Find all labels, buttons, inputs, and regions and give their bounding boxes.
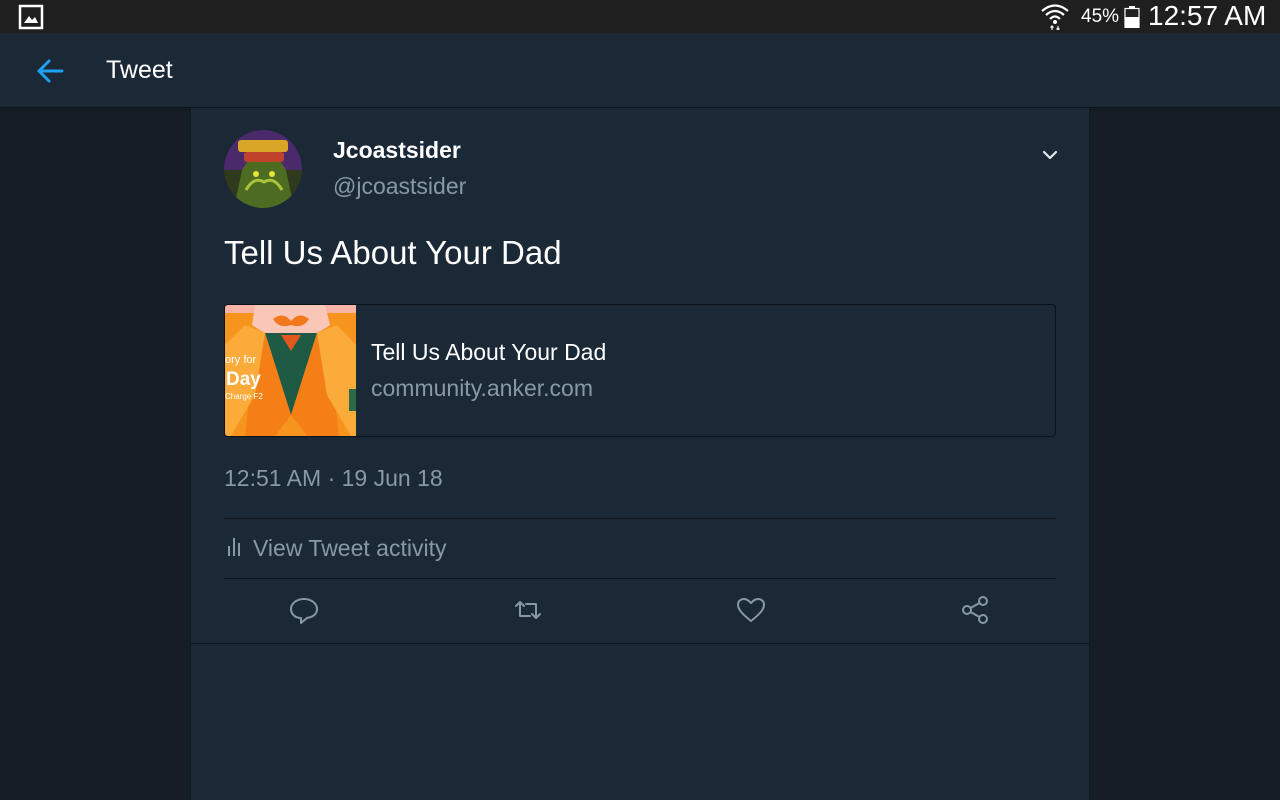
divider	[224, 518, 1056, 519]
status-bar: 45% 12:57 AM	[0, 0, 1280, 33]
avatar[interactable]	[224, 130, 302, 208]
battery-percent: 45%	[1081, 6, 1120, 27]
back-button[interactable]	[28, 51, 72, 91]
link-domain: community.anker.com	[371, 375, 593, 401]
tweet-text: Tell Us About Your Dad	[224, 234, 562, 271]
timeline-column: Jcoastsider @jcoastsider Tell Us About Y…	[190, 108, 1090, 800]
link-thumbnail: ory for Day Charge F2	[225, 305, 356, 436]
user-handle[interactable]: @jcoastsider	[333, 173, 466, 199]
link-title: Tell Us About Your Dad	[371, 339, 607, 365]
wifi-icon	[1041, 4, 1069, 30]
display-name[interactable]: Jcoastsider	[333, 137, 461, 163]
app-bar: Tweet	[0, 33, 1280, 108]
bar-chart-icon	[228, 538, 240, 556]
activity-label: View Tweet activity	[253, 535, 447, 561]
gallery-notification-icon	[18, 4, 44, 30]
thumbnail-text-line2: Day	[226, 369, 261, 390]
divider	[224, 578, 1056, 579]
tweet-detail: Jcoastsider @jcoastsider Tell Us About Y…	[191, 108, 1089, 644]
share-icon[interactable]	[959, 594, 991, 626]
thumbnail-text-line1: ory for	[225, 354, 257, 366]
chevron-down-icon[interactable]	[1039, 144, 1061, 166]
clock: 12:57 AM	[1148, 0, 1267, 31]
tweet-timestamp: 12:51 AM · 19 Jun 18	[224, 465, 443, 491]
retweet-icon[interactable]	[512, 594, 544, 626]
thumbnail-text-line3: Charge F2	[225, 392, 263, 401]
page-title: Tweet	[106, 56, 173, 84]
arrow-left-icon	[37, 59, 64, 83]
battery-icon	[1124, 6, 1140, 28]
like-icon[interactable]	[735, 594, 767, 626]
link-preview-card[interactable]: ory for Day Charge F2 Tell Us About Your…	[224, 304, 1056, 437]
reply-icon[interactable]	[288, 594, 320, 626]
